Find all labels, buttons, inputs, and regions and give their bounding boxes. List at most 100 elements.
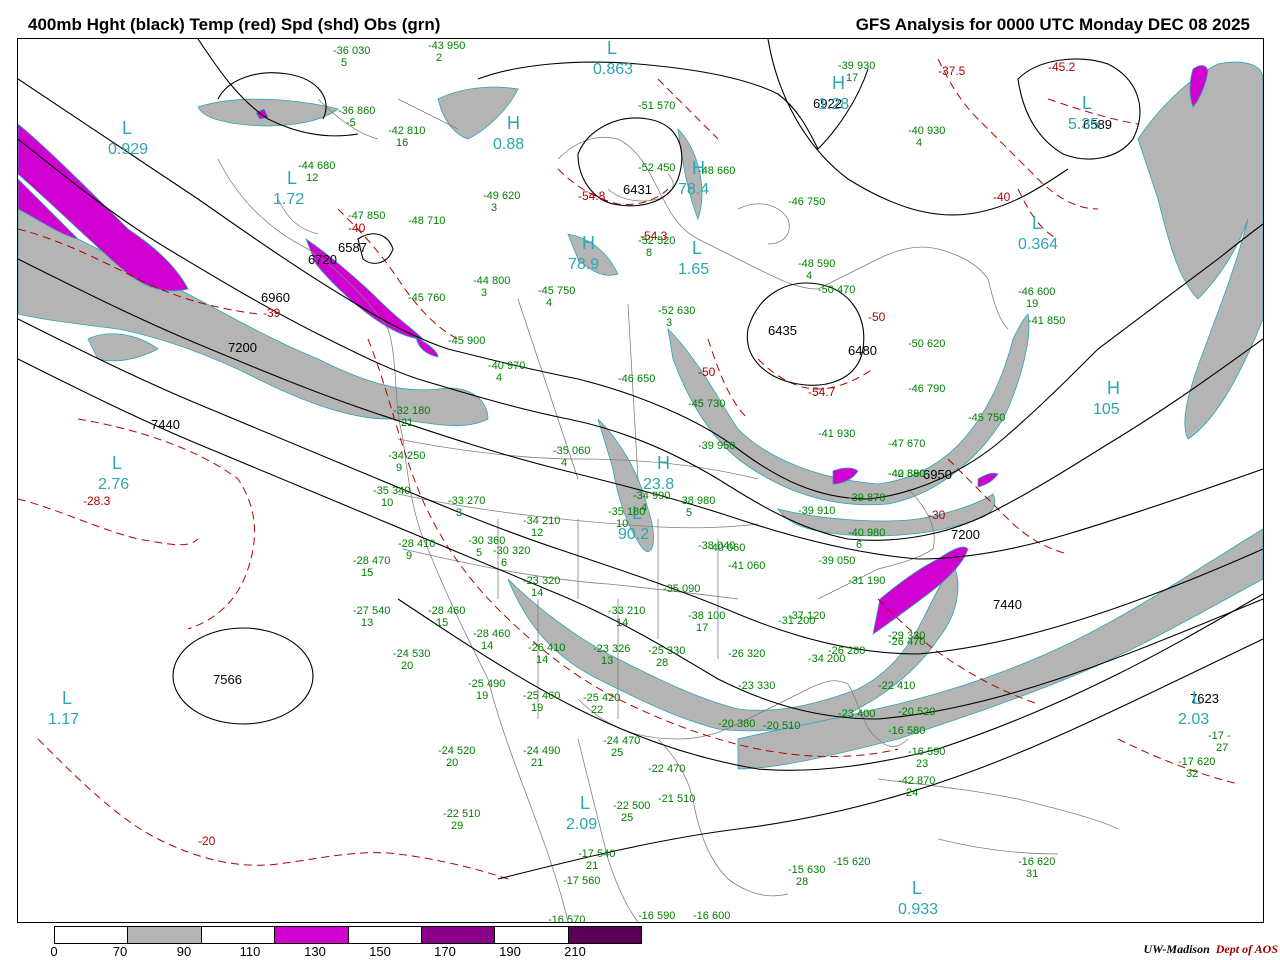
center-marker: H: [657, 453, 670, 473]
center-marker: L: [1082, 93, 1092, 113]
legend-label: 210: [564, 944, 586, 959]
height-label: 6587: [338, 240, 367, 255]
obs-dewpoint: 6: [501, 557, 507, 569]
obs-temp-height: -46 650: [618, 373, 655, 385]
obs-dewpoint: 4: [561, 457, 567, 469]
obs-temp-height: -33 210: [608, 605, 645, 617]
speed-legend: [54, 926, 642, 944]
height-label: 6480: [848, 343, 877, 358]
obs-dewpoint: 29: [451, 820, 463, 832]
center-marker: L: [692, 238, 702, 258]
legend-label: 190: [499, 944, 521, 959]
center-marker: H: [1107, 378, 1120, 398]
obs-dewpoint: 13: [601, 655, 613, 667]
obs-temp-height: -28 460: [473, 628, 510, 640]
height-label: 7440: [151, 417, 180, 432]
obs-dewpoint: 13: [361, 617, 373, 629]
obs-temp-height: -34 210: [523, 515, 560, 527]
obs-temp-height: -50 470: [818, 284, 855, 296]
obs-dewpoint: 20: [401, 660, 413, 672]
obs-temp-height: -22 470: [648, 763, 685, 775]
center-value: 5.35: [1068, 116, 1099, 133]
height-label: 6960: [261, 290, 290, 305]
center-marker: L: [912, 878, 922, 898]
obs-dewpoint: 15: [436, 617, 448, 629]
obs-dewpoint: 31: [1026, 868, 1038, 880]
obs-dewpoint: 5: [686, 507, 692, 519]
obs-temp-height: -25 460: [523, 690, 560, 702]
height-label: 7200: [951, 527, 980, 542]
obs-temp-height: -20 520: [898, 706, 935, 718]
legend-label: 170: [434, 944, 456, 959]
obs-temp-height: -44 800: [473, 275, 510, 287]
obs-dewpoint: 22: [591, 704, 603, 716]
obs-temp-height: -40 980: [848, 527, 885, 539]
temperature-label: -40: [993, 190, 1011, 204]
legend-swatch: [568, 927, 641, 943]
center-value: 78.4: [678, 181, 709, 198]
obs-dewpoint: 5: [476, 547, 482, 559]
obs-dewpoint: 4: [916, 137, 922, 149]
obs-temp-height: -26 470: [888, 636, 925, 648]
center-value: 0.933: [898, 901, 938, 918]
obs-dewpoint: 28: [656, 657, 668, 669]
height-label: 7440: [993, 597, 1022, 612]
obs-dewpoint: 10: [616, 518, 628, 530]
center-marker: L: [112, 453, 122, 473]
height-label: 7200: [228, 340, 257, 355]
obs-dewpoint: 14: [536, 654, 548, 666]
temperature-label: -20: [198, 834, 216, 848]
obs-temp-height: -40 930: [908, 125, 945, 137]
center-value: 105: [1093, 401, 1120, 418]
credit: UW-Madison Dept of AOS: [1144, 942, 1278, 957]
obs-temp-height: -46 750: [788, 196, 825, 208]
obs-temp-height: -23 320: [523, 575, 560, 587]
obs-temp-height: -51 570: [638, 100, 675, 112]
obs-dewpoint: 25: [621, 812, 633, 824]
analysis-time: GFS Analysis for 0000 UTC Monday DEC 08 …: [855, 15, 1250, 34]
obs-dewpoint: 15: [361, 567, 373, 579]
obs-dewpoint: 19: [531, 702, 543, 714]
obs-temp-height: -25 490: [468, 678, 505, 690]
center-value: 1.65: [678, 261, 709, 278]
obs-dewpoint: 28: [796, 876, 808, 888]
center-value: 0.929: [108, 141, 148, 158]
legend-label: 130: [304, 944, 326, 959]
obs-temp-height: -47 670: [888, 438, 925, 450]
obs-temp-height: -16 590: [908, 746, 945, 758]
obs-temp-height: -17 560: [563, 875, 600, 887]
obs-dewpoint: 3: [481, 287, 487, 299]
credit-org: UW-Madison: [1143, 942, 1210, 956]
legend-label: 150: [369, 944, 391, 959]
obs-temp-height: -16 590: [638, 910, 675, 922]
obs-temp-height: -16 570: [548, 914, 585, 922]
obs-temp-height: -21 510: [658, 793, 695, 805]
obs-dewpoint: 4: [641, 502, 647, 514]
obs-dewpoint: 32: [1186, 768, 1198, 780]
center-marker: L: [580, 793, 590, 813]
temperature-label: -50: [868, 310, 886, 324]
obs-temp-height: -45 760: [408, 292, 445, 304]
obs-temp-height: -46 790: [908, 383, 945, 395]
center-value: 78.9: [568, 256, 599, 273]
legend-swatch: [55, 927, 129, 943]
height-label: 6431: [623, 182, 652, 197]
legend-swatch: [128, 927, 202, 943]
center-value: 0.364: [1018, 236, 1058, 253]
obs-temp-height: -23 330: [738, 680, 775, 692]
center-value: 2.76: [98, 476, 129, 493]
obs-temp-height: -33 270: [448, 495, 485, 507]
obs-temp-height: -35 180: [608, 506, 645, 518]
obs-temp-height: -28 470: [353, 555, 390, 567]
obs-temp-height: -46 600: [1018, 286, 1055, 298]
legend-swatch: [348, 927, 422, 943]
obs-temp-height: -34 250: [388, 450, 425, 462]
obs-temp-height: -28 410: [398, 538, 435, 550]
obs-temp-height: -31 190: [848, 575, 885, 587]
obs-temp-height: -48 590: [798, 258, 835, 270]
obs-temp-height: -23 326: [593, 643, 630, 655]
obs-temp-height: -32 180: [393, 405, 430, 417]
obs-temp-height: -15 620: [833, 856, 870, 868]
obs-temp-height: -40 970: [488, 360, 525, 372]
center-marker: L: [62, 688, 72, 708]
